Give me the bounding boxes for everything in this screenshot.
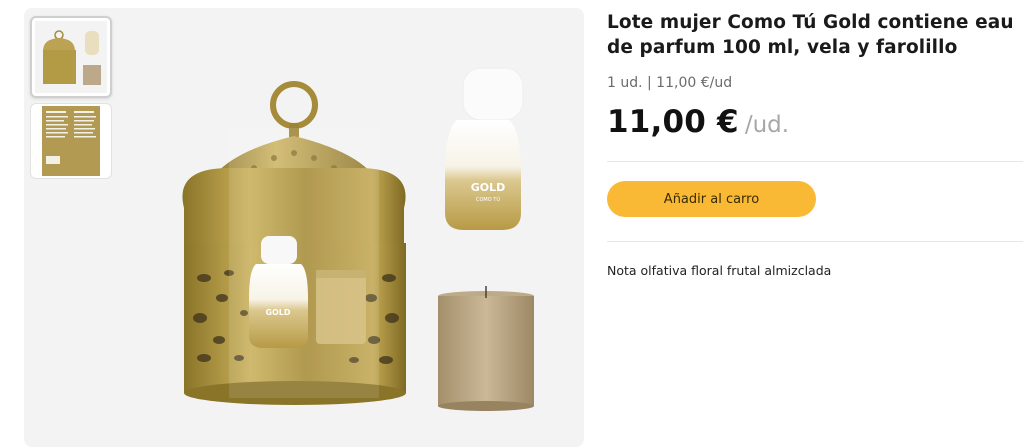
add-to-cart-button[interactable]: Añadir al carro: [607, 181, 816, 217]
price-unit: /ud.: [744, 112, 790, 138]
product-set-thumbnail-icon: [35, 21, 107, 93]
product-info: Lote mujer Como Tú Gold contiene eau de …: [607, 10, 1023, 278]
product-title: Lote mujer Como Tú Gold contiene eau de …: [607, 12, 1014, 58]
product-description: Nota olfativa floral frutal almizclada: [607, 263, 832, 278]
svg-text:GOLD: GOLD: [471, 181, 506, 194]
divider: [607, 241, 1023, 242]
thumbnail-product-set[interactable]: [30, 16, 112, 98]
product-back-label-thumbnail-icon: [42, 106, 100, 176]
thumbnail-back-label[interactable]: [30, 103, 112, 179]
thumbnail-list: [30, 16, 112, 184]
svg-text:GOLD: GOLD: [265, 308, 290, 317]
divider: [607, 161, 1023, 162]
svg-text:COMO TÚ: COMO TÚ: [476, 196, 500, 203]
unit-price-info: 1 ud. | 11,00 €/ud: [607, 75, 733, 91]
product-price: 11,00 €: [607, 104, 739, 140]
price-row: 11,00 € /ud.: [607, 104, 1017, 140]
